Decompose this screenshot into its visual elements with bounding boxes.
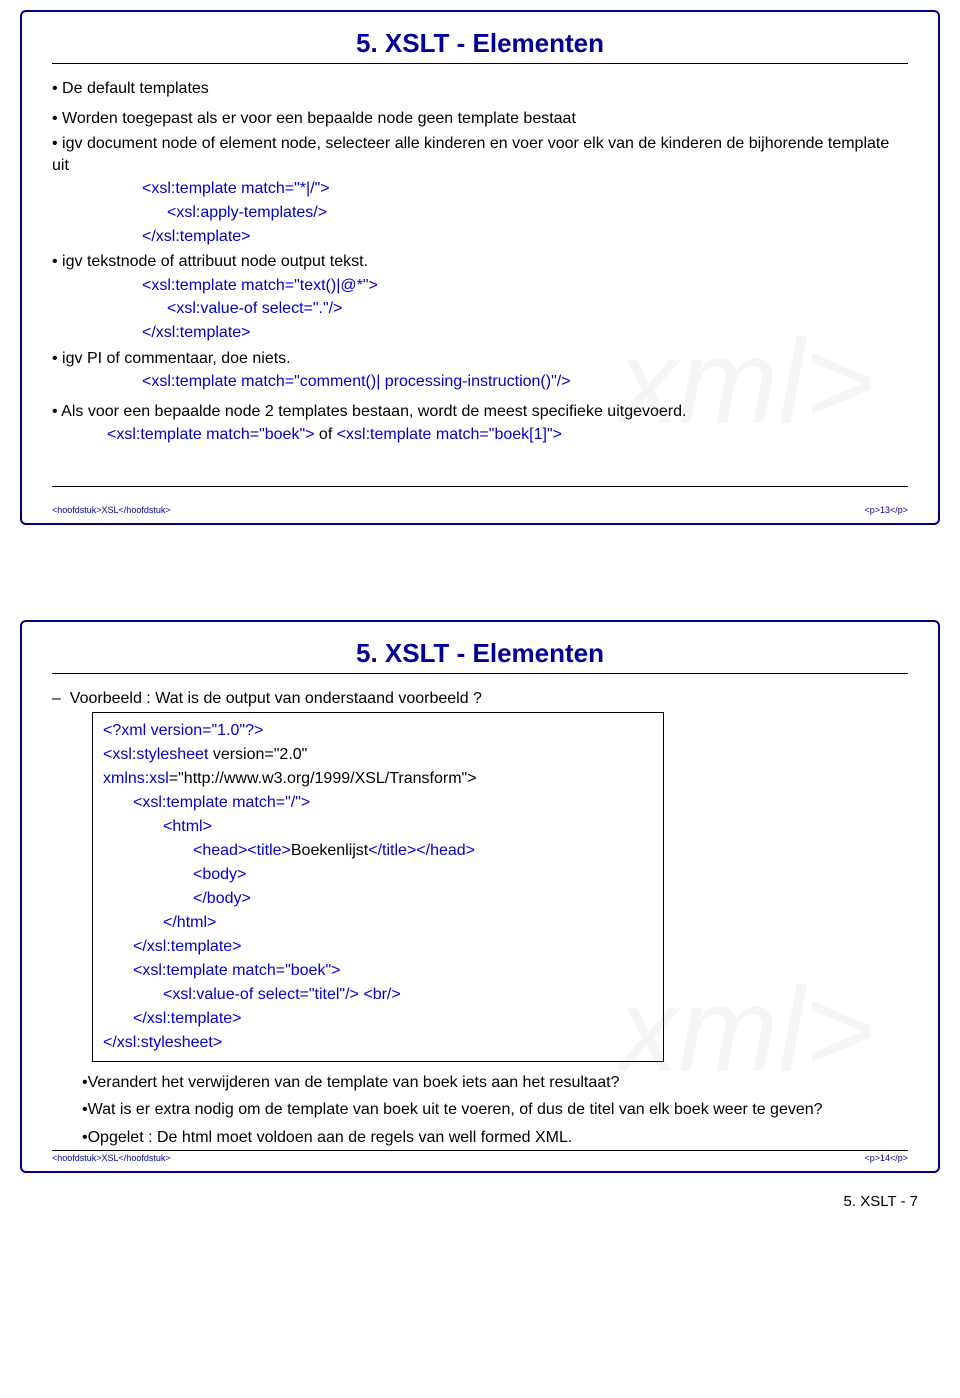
footer-left: <hoofdstuk>XSL</hoofdstuk> xyxy=(52,505,171,515)
code-fragment: xmlns:xsl xyxy=(103,770,169,787)
code-line: <xsl:stylesheet version="2.0" xyxy=(103,743,653,767)
code-line: </xsl:template> xyxy=(142,322,908,344)
text: Verandert het verwijderen van de templat… xyxy=(88,1074,620,1091)
slide-title: 5. XSLT - Elementen xyxy=(52,28,908,59)
code-line: </body> xyxy=(193,887,653,911)
text: Als voor een bepaalde node 2 templates b… xyxy=(61,403,686,420)
text: of xyxy=(314,426,336,443)
code-line: <head><title>Boekenlijst</title></head> xyxy=(193,839,653,863)
bullet-level2: • Worden toegepast als er voor een bepaa… xyxy=(52,108,908,130)
code-line: </xsl:template> xyxy=(133,1007,653,1031)
footer-left: <hoofdstuk>XSL</hoofdstuk> xyxy=(52,1153,171,1163)
code-line: <xsl:template match="/"> xyxy=(133,791,653,815)
code-line: </xsl:stylesheet> xyxy=(103,1031,653,1055)
slide-title: 5. XSLT - Elementen xyxy=(52,638,908,669)
code-box: <?xml version="1.0"?> <xsl:stylesheet ve… xyxy=(92,712,664,1062)
slide-content: – Voorbeeld : Wat is de output van onder… xyxy=(52,688,908,1148)
bullet-level2: – Voorbeeld : Wat is de output van onder… xyxy=(52,688,908,710)
text: igv tekstnode of attribuut node output t… xyxy=(62,253,368,270)
code-fragment: <xsl:template match="boek[1]"> xyxy=(337,426,562,443)
text: De default templates xyxy=(62,80,209,97)
bullet-question: •Verandert het verwijderen van de templa… xyxy=(82,1072,908,1094)
code-line: </xsl:template> xyxy=(133,935,653,959)
code-line: xmlns:xsl="http://www.w3.org/1999/XSL/Tr… xyxy=(103,767,653,791)
title-divider xyxy=(52,63,908,64)
code-line: <xsl:template match="boek"> of <xsl:temp… xyxy=(107,424,908,446)
code-line: <body> xyxy=(193,863,653,887)
title-divider xyxy=(52,673,908,674)
bullet-level2: • Als voor een bepaalde node 2 templates… xyxy=(52,401,908,423)
bullet-level3: • igv PI of commentaar, doe niets. xyxy=(52,348,908,370)
code-fragment: Boekenlijst xyxy=(291,842,368,859)
code-fragment: <head><title> xyxy=(193,842,291,859)
code-fragment: <xsl:template match="boek"> xyxy=(107,426,314,443)
code-line: <xsl:template match="comment()| processi… xyxy=(142,371,908,393)
code-line: <?xml version="1.0"?> xyxy=(103,719,653,743)
code-line: <xsl:apply-templates/> xyxy=(167,202,908,224)
bullet-level3: • igv tekstnode of attribuut node output… xyxy=(52,251,908,273)
code-fragment: </title></head> xyxy=(368,842,475,859)
text: Wat is er extra nodig om de template van… xyxy=(88,1101,823,1118)
code-line: <xsl:value-of select="titel"/> <br/> xyxy=(163,983,653,1007)
code-line: </html> xyxy=(163,911,653,935)
text: Opgelet : De html moet voldoen aan de re… xyxy=(88,1129,573,1146)
code-fragment: <xsl:value-of select="titel"/> xyxy=(163,986,359,1003)
slide-content: • De default templates • Worden toegepas… xyxy=(52,78,908,446)
code-line: <xsl:value-of select="."/> xyxy=(167,298,908,320)
code-fragment: <br/> xyxy=(359,986,401,1003)
code-line: <xsl:template match="text()|@*"> xyxy=(142,275,908,297)
footer-right: <p>14</p> xyxy=(864,1153,908,1163)
bullet-level1: • De default templates xyxy=(52,78,908,100)
footer-right: <p>13</p> xyxy=(864,505,908,515)
code-line: <xsl:template match="boek"> xyxy=(133,959,653,983)
bullet-level3: • igv document node of element node, sel… xyxy=(52,133,908,176)
page-footer: 5. XSLT - 7 xyxy=(20,1191,940,1218)
code-fragment: version="2.0" xyxy=(213,746,308,763)
bullet-question: •Opgelet : De html moet voldoen aan de r… xyxy=(82,1127,908,1149)
text: Voorbeeld : Wat is de output van onderst… xyxy=(70,690,482,707)
bullet-question: •Wat is er extra nodig om de template va… xyxy=(82,1099,908,1121)
code-line: <xsl:template match="*|/"> xyxy=(142,178,908,200)
code-fragment: ="http://www.w3.org/1999/XSL/Transform"> xyxy=(169,770,477,787)
code-line: </xsl:template> xyxy=(142,226,908,248)
slide-footer: <hoofdstuk>XSL</hoofdstuk> <p>14</p> xyxy=(52,1150,908,1163)
text: igv PI of commentaar, doe niets. xyxy=(62,350,291,367)
slide-footer: <hoofdstuk>XSL</hoofdstuk> <p>13</p> xyxy=(52,486,908,515)
text: Worden toegepast als er voor een bepaald… xyxy=(62,110,576,127)
slide-14: xml> 5. XSLT - Elementen – Voorbeeld : W… xyxy=(20,620,940,1173)
code-fragment: <xsl:stylesheet xyxy=(103,746,213,763)
slide-13: xml> 5. XSLT - Elementen • De default te… xyxy=(20,10,940,525)
code-line: <html> xyxy=(163,815,653,839)
text: igv document node of element node, selec… xyxy=(52,135,889,174)
